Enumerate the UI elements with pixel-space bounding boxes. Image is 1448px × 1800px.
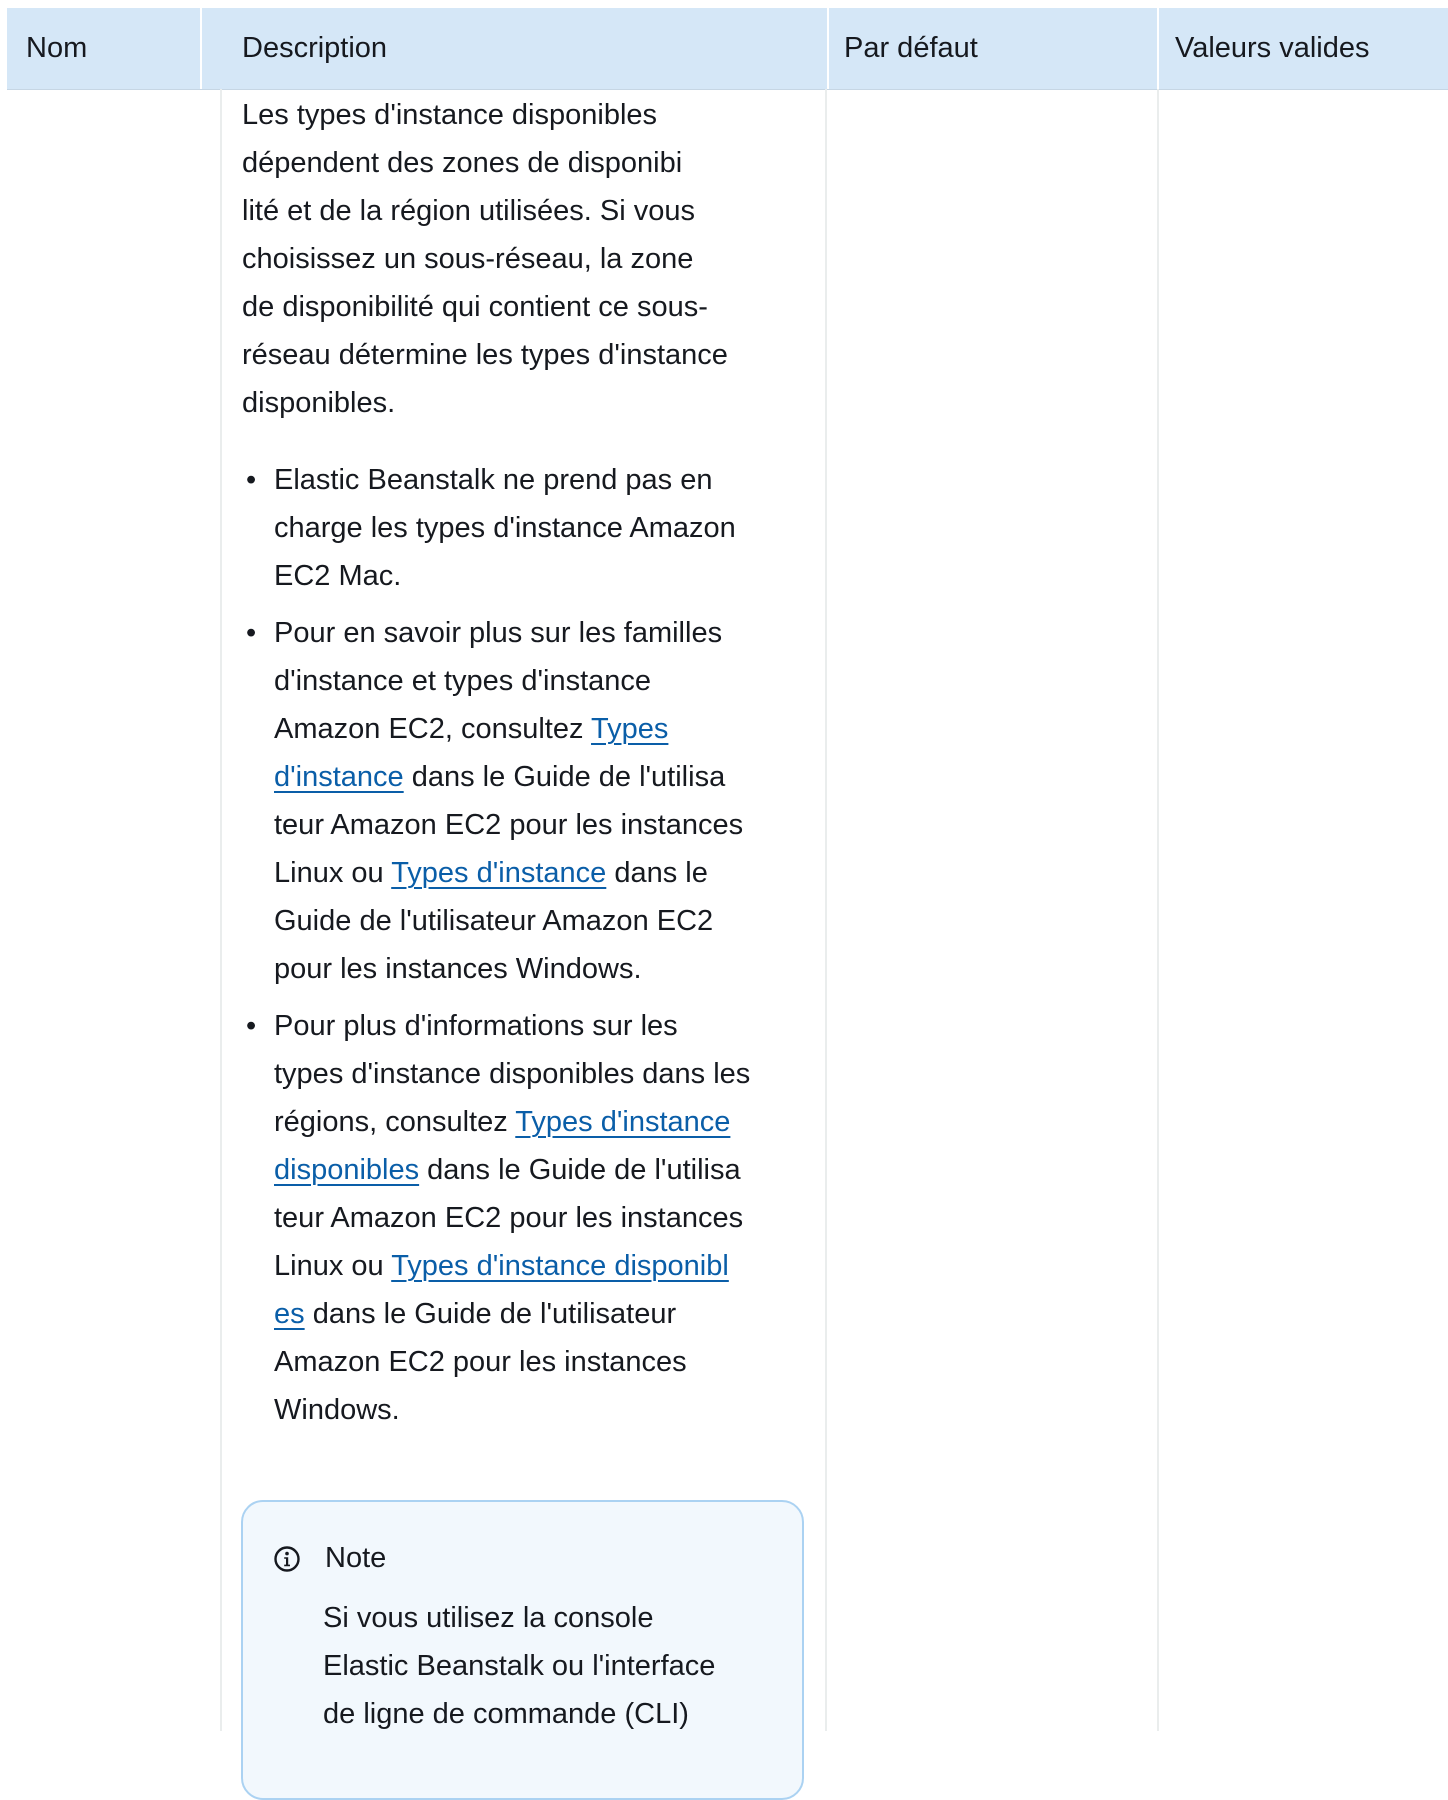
text-line: réseau détermine les types d'instance	[242, 339, 728, 371]
text-line: choisissez un sous-réseau, la zone	[242, 243, 694, 275]
text-line: Pour en savoir plus sur les familles	[274, 617, 723, 649]
text-line: d'instance et types d'instance	[274, 665, 652, 697]
text-line: de disponibilité qui contient ce sous-	[242, 291, 708, 323]
column-divider	[1157, 89, 1159, 1731]
header-separator	[200, 8, 202, 89]
text-line: Elastic Beanstalk ou l'interface	[323, 1650, 716, 1682]
header-nom: Nom	[26, 32, 88, 64]
text-line: es dans le Guide de l'utilisateur	[274, 1290, 802, 1338]
link-available-types-linux[interactable]: Types d'instance	[515, 1106, 730, 1138]
list-item: • Elastic Beanstalk ne prend pas en char…	[242, 456, 802, 600]
text-line: disponibles dans le Guide de l'utilisa	[274, 1146, 802, 1194]
text-line: Linux ou Types d'instance dans le	[274, 849, 802, 897]
bullet-dot-icon: •	[246, 1010, 257, 1042]
info-icon	[274, 1546, 300, 1572]
column-divider	[220, 89, 222, 1731]
table-header: Nom Description Par défaut Valeurs valid…	[7, 8, 1448, 90]
column-divider	[825, 89, 827, 1731]
link-types-instance-linux[interactable]: Types	[591, 713, 668, 745]
header-valeurs-valides: Valeurs valides	[1175, 32, 1370, 64]
text-line: teur Amazon EC2 pour les instances	[274, 1202, 744, 1234]
text-fragment: dans le Guide de l'utilisa	[419, 1154, 741, 1186]
text-fragment: dans le Guide de l'utilisa	[403, 761, 726, 793]
text-line: charge les types d'instance Amazon	[274, 512, 736, 544]
description-cell: Les types d'instance disponibles dépende…	[242, 89, 802, 1443]
list-item: • Pour en savoir plus sur les familles d…	[242, 609, 802, 993]
link-available-types-windows[interactable]: Types d'instance disponibl	[391, 1250, 729, 1282]
text-line: Windows.	[274, 1394, 400, 1426]
bullet-dot-icon: •	[246, 464, 257, 496]
text-line: lité et de la région utilisées. Si vous	[242, 195, 695, 227]
text-line: régions, consultez Types d'instance	[274, 1098, 802, 1146]
text-line: pour les instances Windows.	[274, 953, 642, 985]
description-paragraph: Les types d'instance disponibles dépende…	[242, 91, 802, 427]
text-line: Elastic Beanstalk ne prend pas en	[274, 464, 713, 496]
list-item: • Pour plus d'informations sur les types…	[242, 1002, 802, 1434]
bullet-list: • Elastic Beanstalk ne prend pas en char…	[242, 456, 802, 1434]
text-line: teur Amazon EC2 pour les instances	[274, 809, 744, 841]
options-table: Nom Description Par défaut Valeurs valid…	[0, 0, 1448, 1800]
bullet-dot-icon: •	[246, 617, 257, 649]
text-line: types d'instance disponibles dans les	[274, 1058, 751, 1090]
text-line: disponibles.	[242, 387, 396, 419]
link-types-instance-windows[interactable]: Types d'instance	[391, 857, 606, 889]
text-line: Pour plus d'informations sur les	[274, 1010, 678, 1042]
text-fragment: dans le Guide de l'utilisateur	[304, 1298, 677, 1330]
text-line: dépendent des zones de disponibi	[242, 147, 683, 179]
text-fragment: Linux ou	[274, 857, 392, 889]
text-line: d'instance dans le Guide de l'utilisa	[274, 753, 802, 801]
link-available-types-windows-cont[interactable]: es	[274, 1298, 305, 1330]
text-line: Amazon EC2, consultez Types	[274, 705, 802, 753]
text-line: Guide de l'utilisateur Amazon EC2	[274, 905, 714, 937]
note-title: Note	[325, 1542, 387, 1574]
header-description: Description	[242, 32, 388, 64]
header-separator	[827, 8, 829, 89]
text-line: Les types d'instance disponibles	[242, 99, 658, 131]
header-separator	[1157, 8, 1159, 89]
text-fragment: Amazon EC2, consultez	[274, 713, 592, 745]
text-fragment: régions, consultez	[274, 1106, 516, 1138]
text-line: EC2 Mac.	[274, 560, 402, 592]
link-types-instance-linux-cont[interactable]: d'instance	[274, 761, 404, 793]
link-available-types-linux-cont[interactable]: disponibles	[274, 1154, 419, 1186]
text-line: Si vous utilisez la console	[323, 1602, 654, 1634]
text-line: Linux ou Types d'instance disponibl	[274, 1242, 802, 1290]
note-body: Si vous utilisez la console Elastic Bean…	[323, 1594, 715, 1738]
text-line: Amazon EC2 pour les instances	[274, 1346, 687, 1378]
text-fragment: dans le	[606, 857, 708, 889]
header-par-defaut: Par défaut	[844, 32, 978, 64]
text-fragment: Linux ou	[274, 1250, 392, 1282]
note-callout: Note Si vous utilisez la console Elastic…	[241, 1500, 804, 1800]
